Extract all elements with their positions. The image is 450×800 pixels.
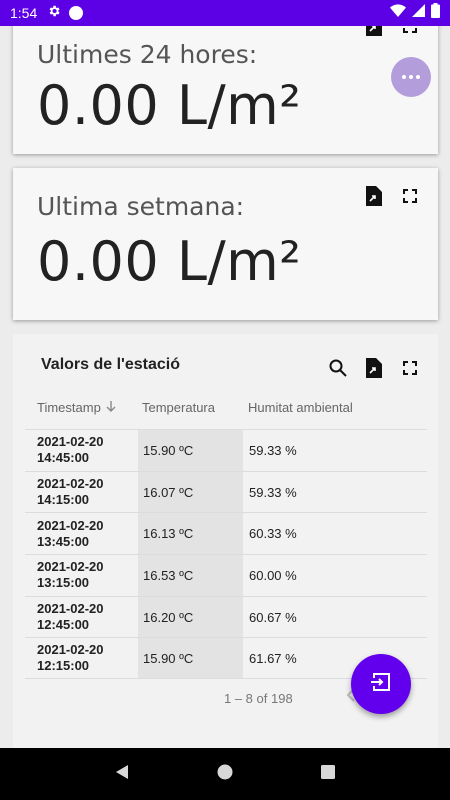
dot-icon bbox=[402, 75, 406, 79]
more-options-button[interactable] bbox=[391, 57, 431, 97]
export-file-icon[interactable] bbox=[364, 26, 384, 36]
table-row[interactable]: 2021-02-20 14:15:00 16.07 ºC 59.33 % bbox=[25, 470, 427, 513]
card-title: Ultimes 24 hores: bbox=[37, 40, 258, 69]
cell-humidity: 59.33 % bbox=[249, 442, 297, 458]
cell-timestamp: 2021-02-20 12:15:00 bbox=[37, 642, 104, 674]
fullscreen-icon[interactable] bbox=[400, 26, 420, 36]
signal-icon bbox=[412, 4, 425, 22]
cell-timestamp: 2021-02-20 14:45:00 bbox=[37, 434, 104, 466]
column-header-humidity[interactable]: Humitat ambiental bbox=[248, 400, 353, 415]
table-row[interactable]: 2021-02-20 13:15:00 16.53 ºC 60.00 % bbox=[25, 554, 427, 596]
recents-icon[interactable] bbox=[320, 764, 336, 785]
cell-temperature: 15.90 ºC bbox=[138, 638, 243, 679]
cell-temperature: 16.20 ºC bbox=[138, 596, 243, 638]
cell-humidity: 60.00 % bbox=[249, 567, 297, 583]
cell-timestamp: 2021-02-20 14:15:00 bbox=[37, 476, 104, 508]
battery-icon bbox=[431, 3, 440, 23]
cell-humidity: 60.67 % bbox=[249, 609, 297, 625]
rain-week-card: Ultima setmana: 0.00 L/m² bbox=[13, 168, 438, 320]
fullscreen-icon[interactable] bbox=[400, 358, 420, 378]
cell-temperature: 16.07 ºC bbox=[138, 471, 243, 513]
navigation-bar bbox=[0, 748, 450, 800]
column-header-timestamp[interactable]: Timestamp bbox=[37, 400, 117, 415]
exit-button[interactable] bbox=[351, 654, 411, 714]
rain-24h-card: Ultimes 24 hores: 0.00 L/m² bbox=[13, 26, 438, 154]
home-icon[interactable] bbox=[217, 764, 233, 785]
dot-icon bbox=[409, 75, 413, 79]
cell-temperature: 15.90 ºC bbox=[138, 430, 243, 471]
table-body: 2021-02-20 14:45:00 15.90 ºC 59.33 % 2021… bbox=[25, 429, 427, 680]
sort-arrow-down-icon bbox=[105, 400, 117, 415]
main-content[interactable]: Ultimes 24 hores: 0.00 L/m² Ultima setma… bbox=[0, 26, 450, 748]
pagination-range: 1 – 8 of 198 bbox=[224, 691, 293, 706]
dot-icon bbox=[416, 75, 420, 79]
table-row[interactable]: 2021-02-20 14:45:00 15.90 ºC 59.33 % bbox=[25, 429, 427, 471]
cell-timestamp: 2021-02-20 12:45:00 bbox=[37, 601, 104, 633]
back-icon[interactable] bbox=[114, 764, 130, 785]
cell-temperature: 16.53 ºC bbox=[138, 555, 243, 596]
card-value: 0.00 L/m² bbox=[37, 74, 302, 137]
cell-timestamp: 2021-02-20 13:15:00 bbox=[37, 559, 104, 591]
status-bar: 1:54 bbox=[0, 0, 450, 26]
card-value: 0.00 L/m² bbox=[37, 230, 302, 293]
table-row[interactable]: 2021-02-20 13:45:00 16.13 ºC 60.33 % bbox=[25, 512, 427, 555]
cell-timestamp: 2021-02-20 13:45:00 bbox=[37, 517, 104, 549]
search-icon[interactable] bbox=[328, 358, 348, 378]
cell-temperature: 16.13 ºC bbox=[138, 513, 243, 555]
card-title: Ultima setmana: bbox=[37, 192, 245, 221]
exit-to-app-icon bbox=[369, 670, 393, 699]
column-header-temperature[interactable]: Temperatura bbox=[142, 400, 215, 415]
cell-humidity: 59.33 % bbox=[249, 484, 297, 500]
export-file-icon[interactable] bbox=[364, 186, 384, 206]
circle-notification-icon bbox=[69, 6, 84, 20]
wifi-icon bbox=[390, 3, 406, 23]
export-file-icon[interactable] bbox=[364, 358, 384, 378]
table-row[interactable]: 2021-02-20 12:45:00 16.20 ºC 60.67 % bbox=[25, 595, 427, 638]
cell-humidity: 60.33 % bbox=[249, 526, 297, 542]
settings-icon bbox=[47, 4, 61, 23]
fullscreen-icon[interactable] bbox=[400, 186, 420, 206]
status-time: 1:54 bbox=[10, 5, 38, 21]
cell-humidity: 61.67 % bbox=[249, 650, 297, 666]
table-title: Valors de l'estació bbox=[41, 356, 180, 373]
